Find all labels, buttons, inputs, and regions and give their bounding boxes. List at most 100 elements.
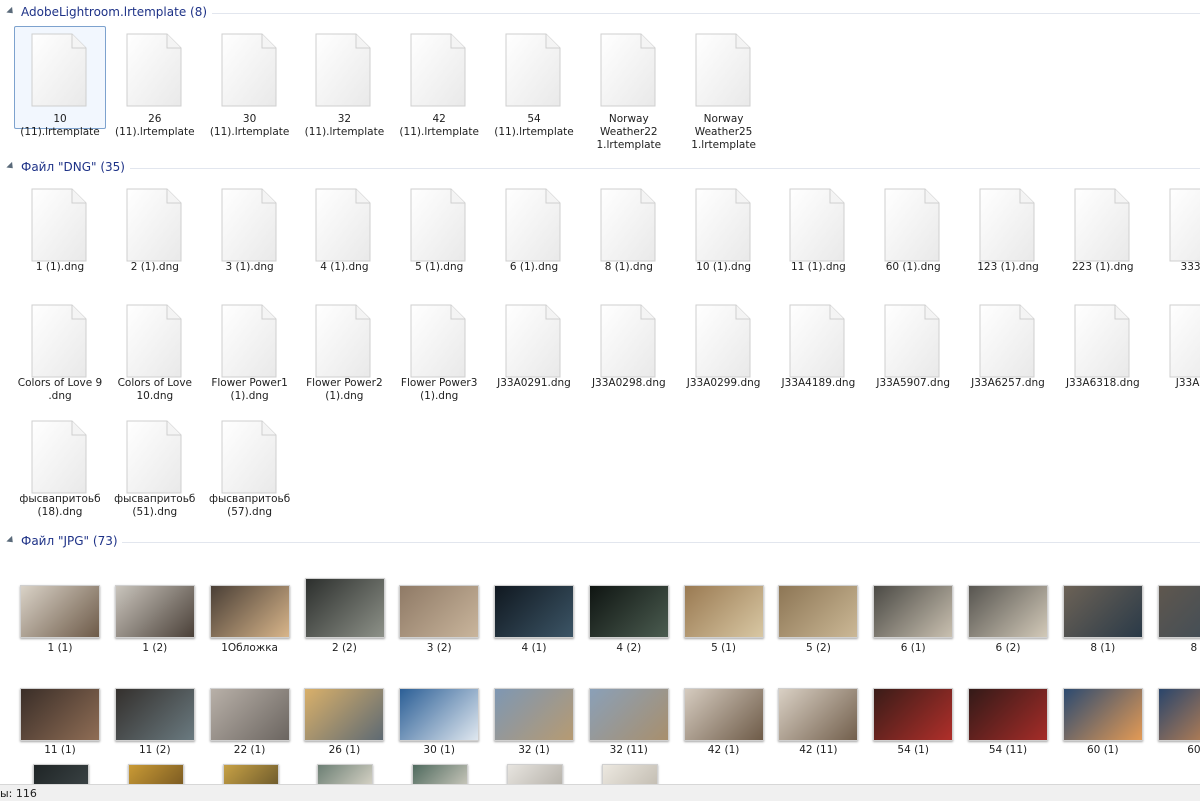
document-icon [315, 33, 371, 107]
image-thumbnail [399, 688, 480, 741]
file-label: 60 (1).dng [885, 261, 941, 273]
file-label: J33A4189.dng [781, 377, 856, 389]
group-header-lrtemplate[interactable]: AdobeLightroom.lrtemplate (8) [0, 3, 1200, 23]
document-icon [979, 304, 1035, 378]
status-bar: ы: 116 [0, 784, 1200, 801]
image-label: 22 (1) [233, 744, 266, 756]
file-label: 11 (1).dng [790, 261, 846, 273]
file-label: фысвапритоьб (18).dng [19, 493, 101, 518]
image-label: 4 (2) [616, 642, 642, 654]
file-label: 4 (1).dng [320, 261, 369, 273]
file-label: фысвапритоьб (51).dng [114, 493, 196, 518]
document-icon [600, 33, 656, 107]
collapse-icon[interactable] [6, 535, 16, 546]
document-icon [789, 304, 845, 378]
image-thumbnail [305, 578, 386, 638]
document-icon [505, 188, 561, 262]
image-label: 3 (2) [426, 642, 452, 654]
file-label: 223 (1).dng [1072, 261, 1134, 273]
document-icon [221, 188, 277, 262]
document-icon [1074, 304, 1130, 378]
image-label: 4 (1) [521, 642, 547, 654]
document-icon [31, 33, 87, 107]
collapse-icon[interactable] [6, 161, 16, 172]
image-label: 42 (1) [707, 744, 740, 756]
file-label: 6 (1).dng [509, 261, 559, 273]
image-thumbnail [873, 688, 954, 741]
file-label: 2 (1).dng [130, 261, 179, 273]
group-header-jpg[interactable]: Файл "JPG" (73) [0, 532, 1200, 552]
file-label: Norway Weather22 1.lrtemplate [596, 113, 662, 151]
image-label: 1Обложка [221, 642, 278, 654]
file-label: 10 (1).dng [696, 261, 752, 273]
document-icon [126, 420, 182, 494]
document-icon [600, 188, 656, 262]
image-thumbnail [588, 688, 669, 741]
image-label: 54 (1) [897, 744, 929, 756]
file-label: 8 (1).dng [604, 261, 653, 273]
document-icon [695, 188, 751, 262]
document-icon [31, 420, 87, 494]
document-icon [126, 33, 182, 107]
image-label: 1 (1) [47, 642, 73, 654]
file-label: 32 (11).lrtemplate [304, 113, 385, 138]
image-label: 8 ( [1190, 642, 1200, 654]
group-title: Файл "DNG" (35) [21, 160, 125, 174]
image-thumbnail [20, 688, 100, 741]
file-label: Flower Power3 (1).dng [400, 377, 478, 402]
group-divider [212, 13, 1200, 14]
image-label: 8 (1) [1090, 642, 1116, 654]
image-thumbnail [778, 585, 859, 638]
image-label: 5 (2) [805, 642, 831, 654]
document-icon [979, 188, 1035, 262]
image-label: 6 (1) [900, 642, 926, 654]
image-label: 2 (2) [331, 642, 357, 654]
document-icon [410, 304, 466, 378]
file-label: 26 (11).lrtemplate [115, 113, 195, 138]
image-thumbnail [114, 688, 195, 741]
document-icon [410, 33, 466, 107]
group-header-dng[interactable]: Файл "DNG" (35) [0, 158, 1200, 178]
image-thumbnail [588, 585, 669, 638]
image-label: 32 (11) [609, 744, 648, 756]
file-label: 1 (1).dng [35, 261, 85, 273]
document-icon [505, 304, 561, 378]
file-label: J33A6257.dng [971, 377, 1045, 389]
image-label: 5 (1) [711, 642, 737, 654]
image-thumbnail [494, 688, 574, 741]
document-icon [789, 188, 845, 262]
image-label: 11 (2) [139, 744, 171, 756]
document-icon [410, 188, 466, 262]
document-icon [221, 420, 277, 494]
document-icon [695, 304, 751, 378]
image-thumbnail [683, 585, 764, 638]
image-thumbnail [873, 585, 954, 638]
image-thumbnail [494, 585, 574, 638]
image-thumbnail [1062, 688, 1143, 741]
image-label: 32 (1) [518, 744, 550, 756]
file-label: Colors of Love 9 .dng [17, 377, 103, 402]
image-thumbnail [20, 585, 100, 638]
image-thumbnail [1157, 688, 1200, 741]
document-icon [505, 33, 561, 107]
image-label: 60 (1) [1087, 744, 1119, 756]
image-label: 6 (2) [995, 642, 1021, 654]
group-title: AdobeLightroom.lrtemplate (8) [21, 5, 208, 19]
file-label: 30 (11).lrtemplate [209, 113, 290, 138]
document-icon [315, 188, 371, 262]
file-label: 10 (11).lrtemplate [20, 113, 100, 138]
file-label: Norway Weather25 1.lrtemplate [691, 113, 756, 151]
group-title: Файл "JPG" (73) [21, 534, 118, 548]
document-icon [884, 304, 940, 378]
document-icon [1169, 304, 1200, 378]
document-icon [31, 188, 87, 262]
collapse-icon[interactable] [6, 6, 16, 17]
document-icon [884, 188, 940, 262]
file-label: J33A6318.dng [1065, 377, 1140, 389]
file-label: J33A0299.dng [686, 377, 761, 389]
image-label: 54 (11) [988, 744, 1028, 756]
document-icon [126, 188, 182, 262]
image-thumbnail [1157, 585, 1200, 638]
document-icon [695, 33, 751, 107]
image-thumbnail [968, 585, 1048, 638]
